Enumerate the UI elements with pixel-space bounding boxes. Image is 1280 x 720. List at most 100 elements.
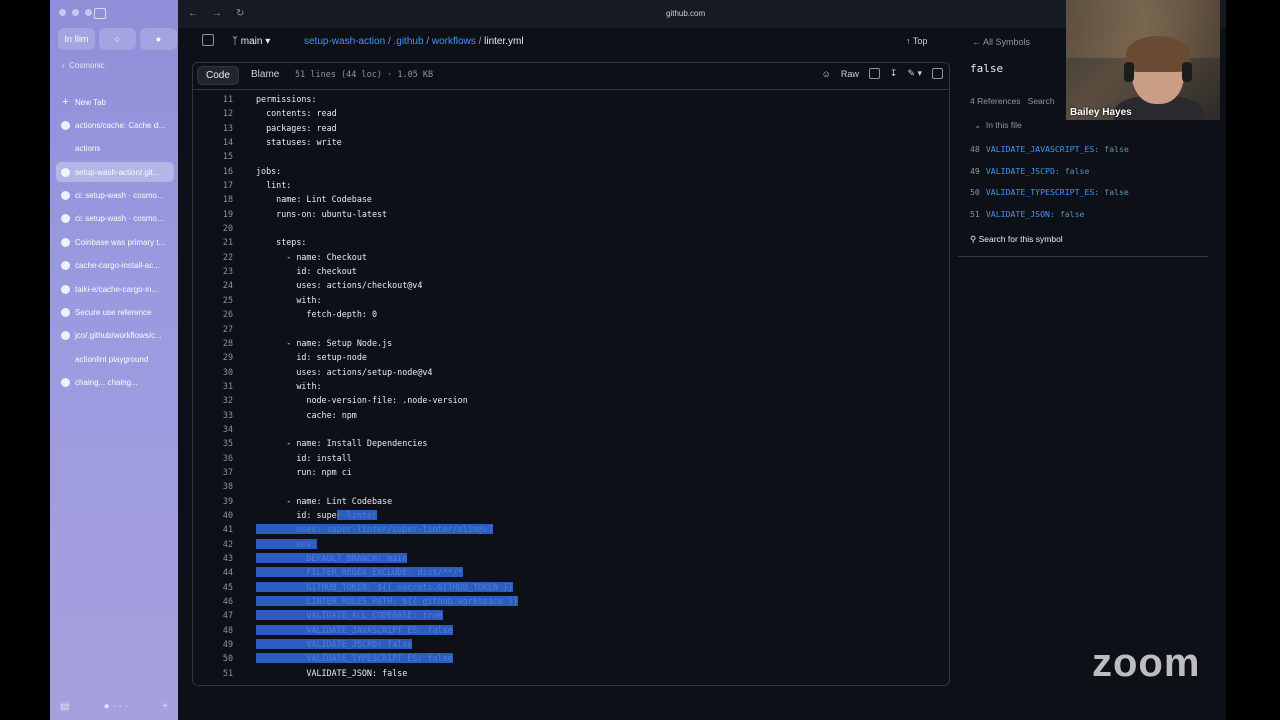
- line-number[interactable]: 35: [193, 436, 242, 450]
- line-number[interactable]: 14: [193, 135, 242, 149]
- search-symbol-button[interactable]: ⚲ Search for this symbol: [970, 234, 1063, 245]
- sidebar-tab[interactable]: taiki-e/cache-cargo-in...: [56, 279, 174, 299]
- line-number[interactable]: 13: [193, 121, 242, 135]
- code-line[interactable]: 18 name: Lint Codebase: [193, 192, 949, 206]
- sidebar-tab[interactable]: ci: setup-wash · cosmo...: [56, 186, 174, 206]
- code-line[interactable]: 46 LINTER_RULES_PATH: ${{ github.workspa…: [193, 594, 949, 608]
- line-number[interactable]: 44: [193, 565, 242, 579]
- code-line[interactable]: 13 packages: read: [193, 121, 949, 135]
- line-number[interactable]: 11: [193, 92, 242, 106]
- line-number[interactable]: 37: [193, 465, 242, 479]
- sidebar-tab[interactable]: jco/.github/workflows/c...: [56, 326, 174, 346]
- edit-icon[interactable]: ✎ ▾: [907, 68, 922, 79]
- line-number[interactable]: 42: [193, 537, 242, 551]
- line-number[interactable]: 27: [193, 322, 242, 336]
- code-line[interactable]: 40 id: super-linter: [193, 508, 949, 522]
- code-line[interactable]: 25 with:: [193, 293, 949, 307]
- code-line[interactable]: 48 VALIDATE_JAVASCRIPT_ES: false: [193, 623, 949, 637]
- sidebar-tab[interactable]: cache-cargo-install-ac...: [56, 256, 174, 276]
- code-line[interactable]: 11 permissions:: [193, 92, 949, 106]
- sidebar-tab[interactable]: actionlint playground: [56, 349, 174, 369]
- code-line[interactable]: 35 - name: Install Dependencies: [193, 436, 949, 450]
- line-number[interactable]: 30: [193, 365, 242, 379]
- code-line[interactable]: 36 id: install: [193, 451, 949, 465]
- blame-tab[interactable]: Blame: [251, 69, 279, 80]
- crumb-github[interactable]: .github: [394, 36, 424, 47]
- code-line[interactable]: 37 run: npm ci: [193, 465, 949, 479]
- line-number[interactable]: 15: [193, 149, 242, 163]
- code-line[interactable]: 30 uses: actions/setup-node@v4: [193, 365, 949, 379]
- line-number[interactable]: 43: [193, 551, 242, 565]
- code-line[interactable]: 43 DEFAULT_BRANCH: main: [193, 551, 949, 565]
- line-number[interactable]: 51: [193, 666, 242, 680]
- line-number[interactable]: 18: [193, 192, 242, 206]
- line-number[interactable]: 38: [193, 479, 242, 493]
- spaces-icon[interactable]: ● · · ·: [104, 701, 128, 712]
- archive-icon[interactable]: ▤: [60, 701, 69, 712]
- line-number[interactable]: 29: [193, 350, 242, 364]
- references-search[interactable]: Search: [1028, 96, 1055, 106]
- reference-item[interactable]: 48 VALIDATE_JAVASCRIPT_ES: false: [970, 144, 1129, 154]
- line-number[interactable]: 21: [193, 235, 242, 249]
- code-line[interactable]: 34: [193, 422, 949, 436]
- raw-button[interactable]: Raw: [841, 69, 859, 79]
- copilot-icon[interactable]: ☺: [822, 69, 831, 79]
- new-space-icon[interactable]: +: [162, 701, 168, 712]
- code-line[interactable]: 12 contents: read: [193, 106, 949, 120]
- code-line[interactable]: 33 cache: npm: [193, 408, 949, 422]
- line-number[interactable]: 50: [193, 651, 242, 665]
- pinned-tab-github[interactable]: ○: [99, 28, 136, 50]
- line-number[interactable]: 34: [193, 422, 242, 436]
- line-number[interactable]: 23: [193, 264, 242, 278]
- file-tree-toggle-icon[interactable]: [202, 34, 214, 46]
- sidebar-tab[interactable]: chaing... chaing...: [56, 373, 174, 393]
- sidebar-tab[interactable]: + New Tab: [56, 92, 174, 112]
- code-line[interactable]: 41 uses: super-linter/super-linter/slim@…: [193, 522, 949, 536]
- all-symbols-link[interactable]: ← All Symbols: [972, 37, 1030, 47]
- code-line[interactable]: 29 id: setup-node: [193, 350, 949, 364]
- sidebar-tab[interactable]: Coinbase was primary t...: [56, 232, 174, 252]
- line-number[interactable]: 39: [193, 494, 242, 508]
- line-number[interactable]: 22: [193, 250, 242, 264]
- code-line[interactable]: 26 fetch-depth: 0: [193, 307, 949, 321]
- code-line[interactable]: 15: [193, 149, 949, 163]
- sidebar-tab[interactable]: ci: setup-wash · cosmo...: [56, 209, 174, 229]
- code-line[interactable]: 32 node-version-file: .node-version: [193, 393, 949, 407]
- crumb-repo[interactable]: setup-wash-action: [304, 36, 385, 47]
- sidebar-tab[interactable]: actions: [56, 139, 174, 159]
- copy-icon[interactable]: [868, 68, 880, 79]
- sidebar-tab[interactable]: actions/cache: Cache d...: [56, 115, 174, 135]
- sidebar-tab[interactable]: setup-wash-action/.git...: [56, 162, 174, 183]
- code-line[interactable]: 38: [193, 479, 949, 493]
- line-number[interactable]: 32: [193, 393, 242, 407]
- code-line[interactable]: 47 VALIDATE_ALL_CODEBASE: true: [193, 608, 949, 622]
- code-line[interactable]: 28 - name: Setup Node.js: [193, 336, 949, 350]
- code-line[interactable]: 39 - name: Lint Codebase: [193, 494, 949, 508]
- line-number[interactable]: 33: [193, 408, 242, 422]
- line-number[interactable]: 25: [193, 293, 242, 307]
- line-number[interactable]: 24: [193, 278, 242, 292]
- line-number[interactable]: 12: [193, 106, 242, 120]
- line-number[interactable]: 48: [193, 623, 242, 637]
- code-line[interactable]: 51 VALIDATE_JSON: false: [193, 666, 949, 680]
- line-number[interactable]: 41: [193, 522, 242, 536]
- line-number[interactable]: 26: [193, 307, 242, 321]
- window-controls[interactable]: [59, 9, 92, 16]
- in-file-toggle[interactable]: ⌄ In this file: [974, 120, 1022, 131]
- code-line[interactable]: 17 lint:: [193, 178, 949, 192]
- line-number[interactable]: 28: [193, 336, 242, 350]
- space-label[interactable]: › Cosmonic: [62, 61, 105, 70]
- code-line[interactable]: 27: [193, 322, 949, 336]
- line-number[interactable]: 31: [193, 379, 242, 393]
- code-line[interactable]: 21 steps:: [193, 235, 949, 249]
- pinned-tab[interactable]: In Ilim: [58, 28, 95, 50]
- line-number[interactable]: 45: [193, 580, 242, 594]
- code-line[interactable]: 49 VALIDATE_JSCPD: false: [193, 637, 949, 651]
- line-number[interactable]: 19: [193, 207, 242, 221]
- line-number[interactable]: 20: [193, 221, 242, 235]
- reference-item[interactable]: 49 VALIDATE_JSCPD: false: [970, 166, 1089, 176]
- line-number[interactable]: 17: [193, 178, 242, 192]
- code-line[interactable]: 23 id: checkout: [193, 264, 949, 278]
- code-line[interactable]: 24 uses: actions/checkout@v4: [193, 278, 949, 292]
- crumb-workflows[interactable]: workflows: [432, 36, 476, 47]
